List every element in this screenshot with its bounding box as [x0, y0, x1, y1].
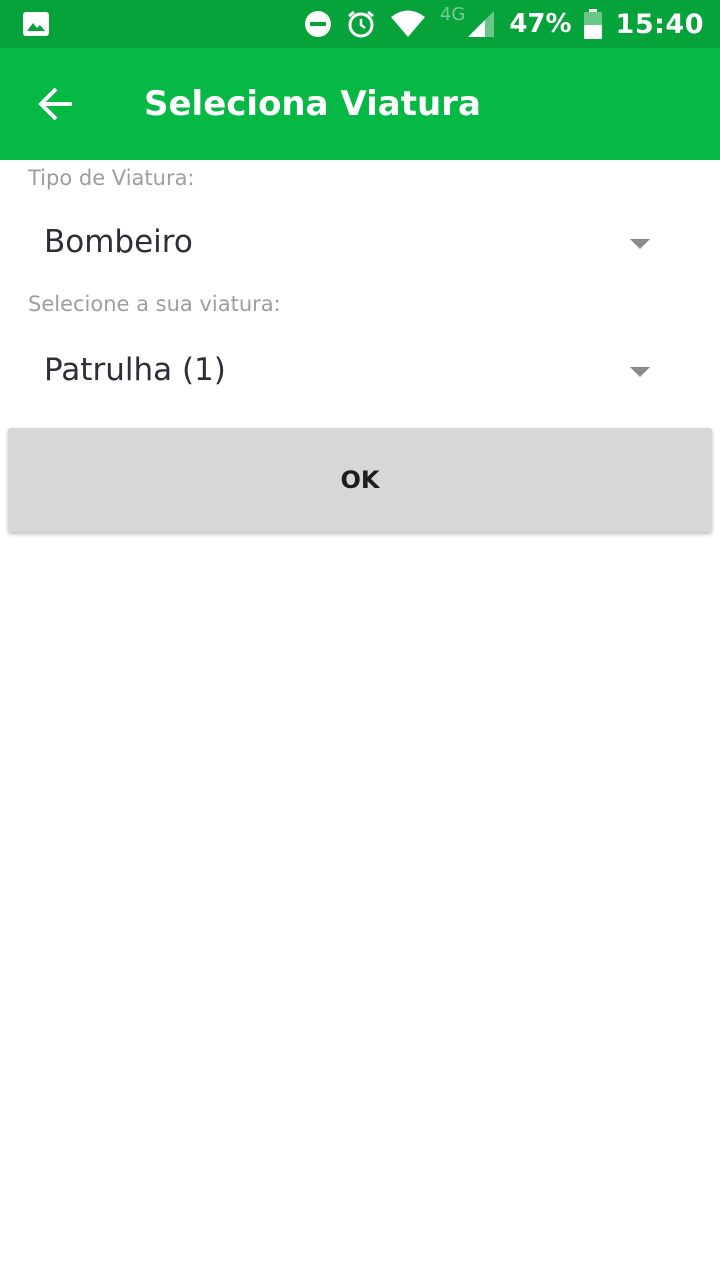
dropdown-arrow-icon — [630, 364, 650, 377]
vehicle-type-label: Tipo de Viatura: — [28, 166, 195, 190]
status-icons: 4G 47% 15:40 — [304, 0, 704, 48]
battery-icon — [583, 9, 602, 39]
alarm-icon — [346, 9, 376, 39]
vehicle-label: Selecione a sua viatura: — [28, 292, 281, 316]
status-bar: 4G 47% 15:40 — [0, 0, 720, 48]
cell-signal-icon — [467, 10, 495, 38]
vehicle-type-dropdown[interactable]: Bombeiro — [0, 200, 720, 284]
vehicle-type-value: Bombeiro — [44, 224, 193, 260]
battery-percentage: 47% — [509, 9, 572, 39]
arrow-back-icon[interactable] — [36, 84, 76, 124]
do-not-disturb-icon — [304, 10, 332, 38]
vehicle-dropdown[interactable]: Patrulha (1) — [0, 328, 720, 412]
network-type-label: 4G — [439, 3, 466, 25]
page-title: Seleciona Viatura — [144, 84, 481, 124]
vehicle-value: Patrulha (1) — [44, 352, 226, 388]
clock: 15:40 — [615, 8, 704, 40]
ok-button[interactable]: OK — [8, 428, 712, 532]
gallery-icon — [22, 11, 50, 37]
dropdown-arrow-icon — [630, 236, 650, 249]
app-bar: Seleciona Viatura — [0, 48, 720, 160]
wifi-icon — [390, 10, 426, 38]
